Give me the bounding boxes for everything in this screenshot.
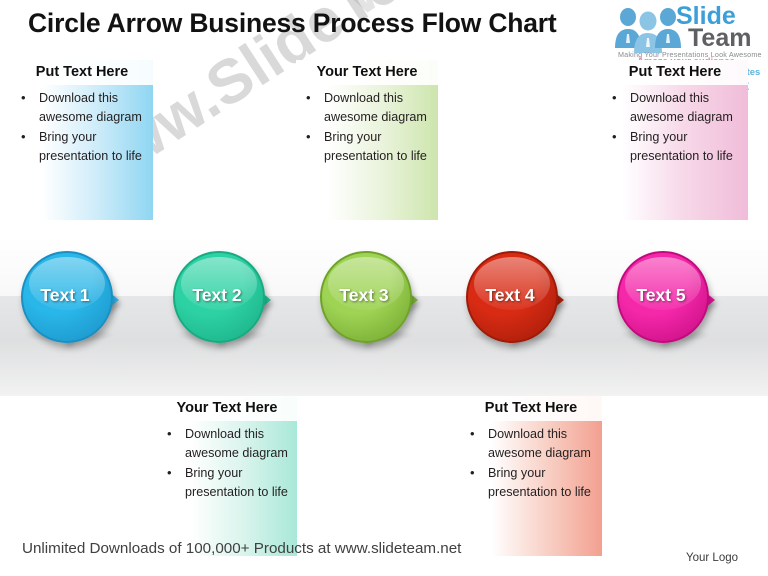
text-box-top-left[interactable]: Put Text Here Download this awesome diag… bbox=[11, 60, 153, 220]
bullet-list: Download this awesome diagram Bring your… bbox=[604, 88, 746, 167]
text-box-heading: Put Text Here bbox=[602, 60, 748, 85]
text-box-heading: Your Text Here bbox=[157, 396, 297, 421]
step-label-5: Text 5 bbox=[636, 284, 686, 305]
logo-word-team: Team bbox=[688, 24, 752, 52]
list-item: Bring your presentation to life bbox=[298, 127, 436, 167]
bullet-list: Download this awesome diagram Bring your… bbox=[298, 88, 436, 167]
step-label-1: Text 1 bbox=[40, 284, 90, 305]
process-step-4[interactable]: Text 4 bbox=[466, 251, 586, 351]
step-label-4: Text 4 bbox=[485, 284, 535, 305]
your-logo-placeholder: Your Logo bbox=[686, 552, 739, 564]
text-box-top-center[interactable]: Your Text Here Download this awesome dia… bbox=[296, 60, 438, 220]
text-box-bottom-right[interactable]: Put Text Here Download this awesome diag… bbox=[460, 396, 602, 556]
text-box-body: Download this awesome diagram Bring your… bbox=[11, 85, 153, 170]
list-item: Bring your presentation to life bbox=[462, 463, 600, 503]
process-step-3[interactable]: Text 3 bbox=[320, 251, 440, 351]
bullet-list: Download this awesome diagram Bring your… bbox=[13, 88, 151, 167]
text-box-body: Download this awesome diagram Bring your… bbox=[296, 85, 438, 170]
process-step-1[interactable]: Text 1 bbox=[21, 251, 141, 351]
slideteam-logo: Slide Team Making Your Presentations Loo… bbox=[600, 2, 766, 64]
text-box-body: Download this awesome diagram Bring your… bbox=[460, 421, 602, 506]
list-item: Bring your presentation to life bbox=[159, 463, 295, 503]
list-item: Bring your presentation to life bbox=[13, 127, 151, 167]
text-box-bottom-left[interactable]: Your Text Here Download this awesome dia… bbox=[157, 396, 297, 556]
process-step-5[interactable]: Text 5 bbox=[617, 251, 737, 351]
step-label-3: Text 3 bbox=[339, 284, 389, 305]
bullet-list: Download this awesome diagram Bring your… bbox=[462, 424, 600, 503]
slide-canvas: www.SlideTeam.net www.SlideTeam.net Circ… bbox=[0, 0, 768, 576]
text-box-heading: Put Text Here bbox=[11, 60, 153, 85]
text-box-body: Download this awesome diagram Bring your… bbox=[157, 421, 297, 506]
footer-text: Unlimited Downloads of 100,000+ Products… bbox=[22, 540, 462, 557]
step-label-2: Text 2 bbox=[192, 284, 242, 305]
list-item: Bring your presentation to life bbox=[604, 127, 746, 167]
people-group-icon bbox=[615, 8, 681, 53]
list-item: Download this awesome diagram bbox=[604, 88, 746, 128]
process-step-2[interactable]: Text 2 bbox=[173, 251, 293, 351]
bullet-list: Download this awesome diagram Bring your… bbox=[159, 424, 295, 503]
list-item: Download this awesome diagram bbox=[13, 88, 151, 128]
list-item: Download this awesome diagram bbox=[462, 424, 600, 464]
text-box-body: Download this awesome diagram Bring your… bbox=[602, 85, 748, 170]
list-item: Download this awesome diagram bbox=[159, 424, 295, 464]
text-box-heading: Put Text Here bbox=[460, 396, 602, 421]
text-box-heading: Your Text Here bbox=[296, 60, 438, 85]
list-item: Download this awesome diagram bbox=[298, 88, 436, 128]
text-box-top-right[interactable]: Put Text Here Download this awesome diag… bbox=[602, 60, 748, 220]
